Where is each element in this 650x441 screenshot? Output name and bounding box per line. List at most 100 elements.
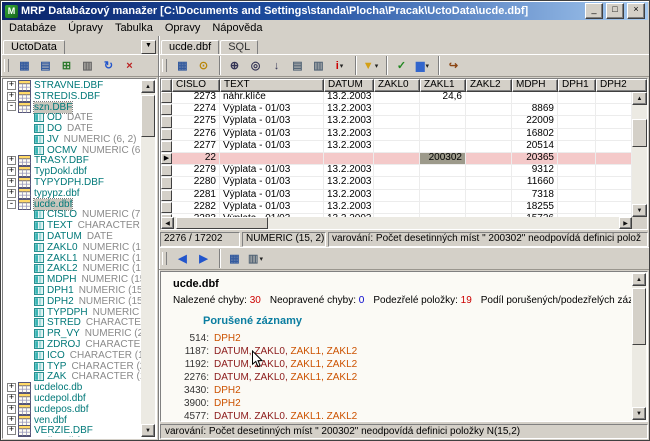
tree-node[interactable]: DATUM DATE (4, 231, 141, 242)
tree-expand-toggle[interactable]: + (7, 189, 16, 198)
table-cell[interactable] (512, 92, 558, 103)
table-row[interactable]: 2280Výplata - 01/0313.2.200311660 (161, 177, 632, 189)
tree-node[interactable]: JV NUMERIC (6, 2) (4, 134, 141, 145)
column-header[interactable]: DPH2 (596, 79, 647, 92)
toolbar-button[interactable]: ▶ (193, 251, 214, 267)
table-cell[interactable]: 13.2.2003 (324, 141, 374, 152)
toolbar-button[interactable]: ↻ (98, 58, 119, 74)
table-cell[interactable] (420, 104, 466, 115)
scroll-up-icon[interactable]: ▲ (632, 273, 646, 286)
tree-node[interactable]: + vodicu.dbf (4, 436, 141, 437)
tree-node[interactable]: - ucde.dbf (4, 199, 141, 210)
tree-node[interactable]: DPH1 NUMERIC (15, 2) (4, 285, 141, 296)
toolbar-button[interactable]: ▥ (308, 58, 329, 74)
tree-node[interactable]: + STRAVNE.DBF (4, 80, 141, 91)
toolbar-button[interactable]: ◎ (245, 58, 266, 74)
table-cell[interactable]: Výplata - 01/03 (220, 116, 324, 127)
scroll-down-icon[interactable]: ▼ (632, 204, 647, 217)
table-cell[interactable] (466, 116, 512, 127)
tab-uctodata[interactable]: UctoData (3, 40, 65, 55)
tree-node[interactable]: MDPH NUMERIC (15, 2) (4, 274, 141, 285)
scroll-thumb[interactable] (632, 119, 647, 147)
toolbar-button[interactable]: ◀ (172, 251, 193, 267)
table-cell[interactable] (466, 129, 512, 140)
table-cell[interactable]: Výplata - 01/03 (220, 202, 324, 213)
close-button[interactable]: × (627, 3, 645, 19)
tab-list-dropdown-icon[interactable]: ▼ (141, 40, 156, 54)
toolbar-gripper[interactable] (4, 59, 9, 72)
menu-item[interactable]: Opravy (159, 21, 206, 35)
table-cell[interactable] (596, 153, 632, 164)
table-cell[interactable]: Výplata - 01/03 (220, 165, 324, 176)
scroll-down-icon[interactable]: ▼ (632, 407, 646, 420)
tree-node[interactable]: ZDROJ CHARACTER (16) (4, 339, 141, 350)
table-cell[interactable] (558, 129, 596, 140)
grid-hscrollbar[interactable]: ◀ ▶ (161, 217, 632, 229)
table-cell[interactable] (466, 104, 512, 115)
table-cell[interactable] (374, 104, 420, 115)
scroll-left-icon[interactable]: ◀ (161, 217, 174, 229)
tree-node[interactable]: + STREDIS.DBF (4, 91, 141, 102)
table-cell[interactable]: 22 (172, 153, 220, 164)
tree-node[interactable]: + ucdepos.dbf (4, 404, 141, 415)
toolbar-button[interactable]: ▆ ▾ (412, 58, 433, 74)
tree-node[interactable]: STRED CHARACTER (6) (4, 318, 141, 329)
table-row[interactable]: 2281Výplata - 01/0313.2.20037318 (161, 190, 632, 202)
table-cell[interactable]: Výplata - 01/03 (220, 129, 324, 140)
table-cell[interactable] (466, 165, 512, 176)
tree-expand-toggle[interactable]: + (7, 167, 16, 176)
tree-expand-toggle[interactable]: + (7, 383, 16, 392)
table-row[interactable]: 2273náhr.klíče13.2.200324,6 (161, 92, 632, 104)
column-header[interactable]: ZAKL2 (466, 79, 512, 92)
tree-node[interactable]: TEXT CHARACTER (30) (4, 220, 141, 231)
table-cell[interactable]: 13.2.2003 (324, 104, 374, 115)
table-cell[interactable]: Výplata - 01/03 (220, 177, 324, 188)
grid-vscrollbar[interactable]: ▲ ▼ (632, 92, 647, 217)
scroll-thumb[interactable] (176, 217, 268, 229)
menu-item[interactable]: Databáze (3, 21, 62, 35)
toolbar-button[interactable]: ▦ (172, 58, 193, 74)
tree-node[interactable]: TYPDPH NUMERIC (2, 0) (4, 307, 141, 318)
toolbar-gripper[interactable] (162, 252, 167, 265)
table-cell[interactable] (466, 190, 512, 201)
column-header[interactable]: ZAKL1 (420, 79, 466, 92)
tree-expand-toggle[interactable]: - (7, 200, 16, 209)
table-cell[interactable]: 13.2.2003 (324, 129, 374, 140)
menu-item[interactable]: Úpravy (62, 21, 109, 35)
table-cell[interactable] (596, 177, 632, 188)
table-cell[interactable]: 2281 (172, 190, 220, 201)
table-cell[interactable]: Výplata - 01/03 (220, 141, 324, 152)
table-cell[interactable] (596, 92, 632, 103)
table-cell[interactable] (596, 116, 632, 127)
table-cell[interactable]: 200302 (420, 153, 466, 164)
table-cell[interactable]: 2274 (172, 104, 220, 115)
tab[interactable]: SQL (220, 40, 258, 54)
tree-node[interactable]: + TYPYDPH.DBF (4, 177, 141, 188)
table-cell[interactable]: 24,6 (420, 92, 466, 103)
toolbar-button[interactable]: ↪ (443, 58, 464, 74)
table-cell[interactable] (374, 165, 420, 176)
table-cell[interactable] (420, 190, 466, 201)
table-row[interactable]: 2282Výplata - 01/0313.2.200318255 (161, 202, 632, 214)
table-cell[interactable]: 2279 (172, 165, 220, 176)
table-cell[interactable]: 8869 (512, 104, 558, 115)
table-cell[interactable] (558, 190, 596, 201)
table-cell[interactable]: náhr.klíče (220, 92, 324, 103)
table-cell[interactable] (374, 153, 420, 164)
table-cell[interactable]: 20514 (512, 141, 558, 152)
table-cell[interactable] (420, 116, 466, 127)
toolbar-button[interactable]: ↓ (266, 58, 287, 74)
table-cell[interactable]: 2273 (172, 92, 220, 103)
toolbar-button[interactable]: ⊕ (224, 58, 245, 74)
scroll-up-icon[interactable]: ▲ (141, 80, 155, 93)
toolbar-button[interactable]: ▤ (35, 58, 56, 74)
table-cell[interactable] (374, 92, 420, 103)
table-cell[interactable]: 18255 (512, 202, 558, 213)
report-vscrollbar[interactable]: ▲ ▼ (632, 273, 646, 420)
table-cell[interactable]: 2275 (172, 116, 220, 127)
table-cell[interactable] (466, 141, 512, 152)
tree-expand-toggle[interactable]: + (7, 92, 16, 101)
column-header[interactable]: CISLO (172, 79, 220, 92)
tree-node[interactable]: - szn.DBF (4, 102, 141, 113)
tree-node[interactable]: + ucdepol.dbf (4, 393, 141, 404)
